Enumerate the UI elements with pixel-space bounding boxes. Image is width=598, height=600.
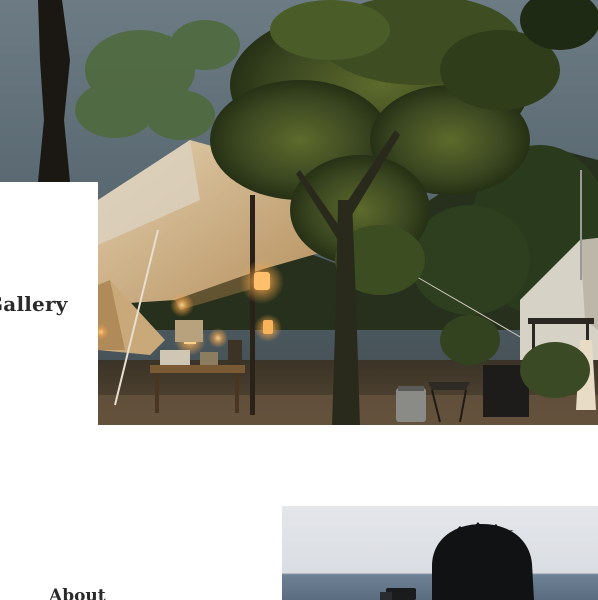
about-photographer-photo: [282, 506, 598, 600]
gallery-section-title: Gallery: [0, 292, 68, 316]
about-section-title: About: [49, 586, 106, 600]
page: Gallery About: [0, 0, 598, 600]
